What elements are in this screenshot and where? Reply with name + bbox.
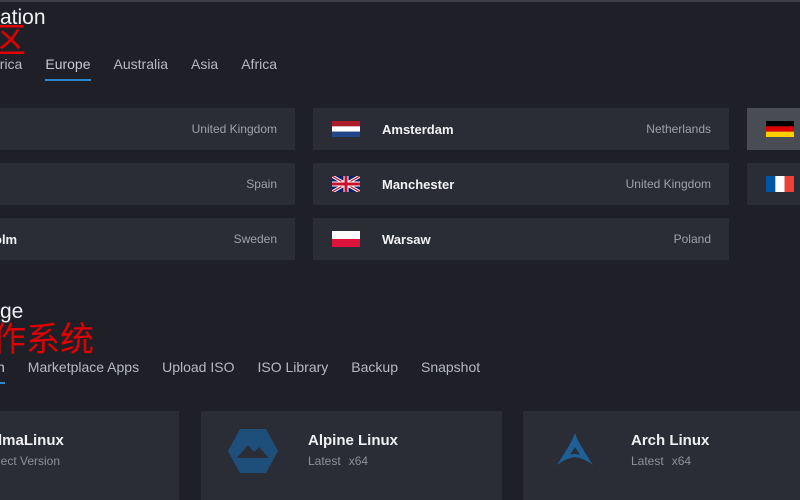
os-card-arch-linux[interactable]: Arch Linux Latest x64 — [523, 411, 800, 500]
os-name: Alpine Linux — [308, 432, 398, 449]
os-version-select[interactable]: lect Version — [0, 454, 60, 468]
location-card-france[interactable] — [747, 163, 800, 205]
country-label: Sweden — [233, 232, 277, 246]
city-label: Amsterdam — [382, 121, 454, 137]
tab-snapshot[interactable]: Snapshot — [421, 359, 480, 375]
image-tabs: n Marketplace Apps Upload ISO ISO Librar… — [0, 359, 503, 384]
image-annotation: 作系统 — [0, 321, 94, 359]
country-label: United Kingdom — [191, 122, 277, 136]
country-label: Netherlands — [646, 122, 711, 136]
tab-africa[interactable]: Africa — [241, 56, 277, 72]
location-card-amsterdam[interactable]: Amsterdam Netherlands — [313, 108, 729, 150]
city-label: Manchester — [382, 176, 455, 192]
city-label: olm — [0, 231, 18, 247]
netherlands-flag-icon — [332, 121, 360, 137]
germany-flag-icon — [766, 121, 794, 137]
france-flag-icon — [766, 176, 794, 192]
tab-europe[interactable]: Europe — [45, 56, 91, 81]
location-card-uk-1[interactable]: United Kingdom — [0, 108, 295, 150]
tab-backup[interactable]: Backup — [351, 359, 398, 375]
uk-flag-icon — [332, 176, 360, 192]
location-card-germany[interactable] — [747, 108, 800, 150]
arch-logo-icon — [557, 433, 593, 465]
os-name: Arch Linux — [631, 432, 710, 449]
os-arch: x64 — [671, 454, 692, 468]
country-label: Poland — [673, 232, 711, 246]
location-card-stockholm[interactable]: olm Sweden — [0, 218, 295, 260]
tab-america[interactable]: America — [0, 56, 22, 72]
tab-australia[interactable]: Australia — [114, 56, 168, 72]
os-version-select[interactable]: Latest x64 — [631, 454, 691, 468]
location-card-warsaw[interactable]: Warsaw Poland — [313, 218, 729, 260]
os-version: Latest — [631, 454, 664, 468]
os-card-alpine-linux[interactable]: Alpine Linux Latest x64 — [201, 411, 502, 500]
alpine-logo-icon — [228, 429, 278, 473]
city-label: Warsaw — [382, 231, 431, 247]
tab-upload-iso[interactable]: Upload ISO — [162, 359, 234, 375]
location-annotation: 区 — [0, 22, 26, 60]
location-card-spain[interactable]: Spain — [0, 163, 295, 205]
location-card-manchester[interactable]: Manchester United Kingdom — [313, 163, 729, 205]
os-version: Latest — [308, 454, 341, 468]
os-card-almalinux[interactable]: lmaLinux lect Version — [0, 411, 179, 500]
top-border — [0, 0, 800, 2]
os-version-select[interactable]: Latest x64 — [308, 454, 368, 468]
tab-iso-library[interactable]: ISO Library — [257, 359, 328, 375]
os-version: lect Version — [0, 454, 61, 468]
location-tabs: America Europe Australia Asia Africa — [0, 56, 300, 81]
tab-marketplace-apps[interactable]: Marketplace Apps — [28, 359, 139, 375]
tab-os[interactable]: n — [0, 359, 5, 384]
country-label: Spain — [246, 177, 277, 191]
os-name: lmaLinux — [0, 432, 64, 449]
tab-asia[interactable]: Asia — [191, 56, 218, 72]
country-label: United Kingdom — [625, 177, 711, 191]
os-arch: x64 — [348, 454, 369, 468]
poland-flag-icon — [332, 231, 360, 247]
